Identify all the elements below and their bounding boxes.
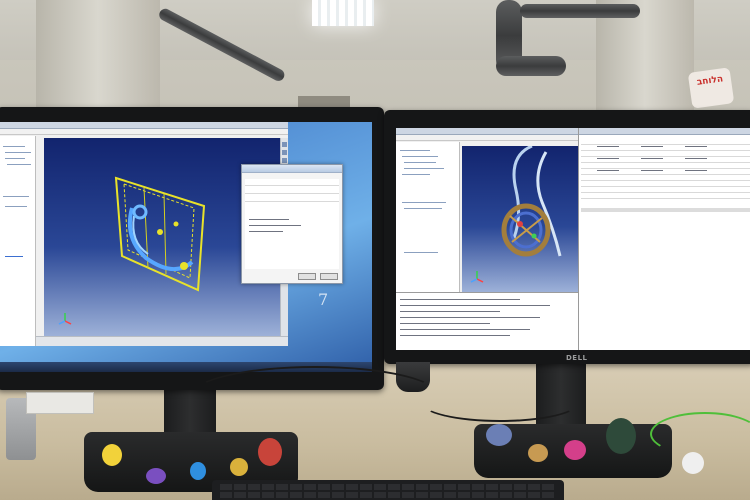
cad-titlebar — [0, 122, 288, 129]
cable — [420, 382, 580, 422]
figurine — [682, 452, 704, 474]
figurine — [564, 440, 586, 460]
left-monitor-screen: 7 — [0, 122, 372, 372]
tool-icon[interactable] — [282, 150, 287, 155]
right-monitor-screen — [396, 128, 750, 350]
cad-titlebar-right — [396, 128, 578, 135]
green-cable — [650, 412, 750, 456]
monitor-brand-logo: DELL — [566, 354, 588, 362]
keyboard[interactable] — [212, 480, 564, 500]
top-pipe — [520, 4, 640, 18]
ceiling-light — [312, 0, 374, 26]
table-scrollbar[interactable] — [581, 208, 750, 212]
properties-dialog[interactable] — [241, 164, 343, 284]
label-strip — [26, 392, 94, 414]
figurine — [528, 444, 548, 462]
specification-tree — [0, 136, 36, 346]
figurine — [486, 424, 512, 446]
dialog-table — [245, 179, 339, 269]
dialog-ok-button[interactable] — [298, 273, 316, 280]
left-pillar — [36, 0, 160, 115]
tool-icon[interactable] — [282, 142, 287, 147]
cad-bottom-toolbar — [36, 336, 288, 346]
cad-menubar-right — [396, 135, 578, 141]
figurine — [258, 438, 282, 466]
results-table — [581, 138, 750, 206]
sign-text: הלוחב — [696, 74, 724, 88]
photo-scene: הלוחב 7 DELL — [0, 0, 750, 500]
cable — [190, 366, 440, 426]
axis-triad-icon — [470, 271, 484, 283]
data-table-window — [578, 128, 750, 350]
figurine — [230, 458, 248, 476]
table-titlebar — [579, 128, 750, 135]
tool-icon[interactable] — [282, 158, 287, 163]
dialog-cancel-button[interactable] — [320, 273, 338, 280]
right-monitor: DELL — [384, 110, 750, 364]
output-console — [396, 292, 578, 350]
figurine — [190, 462, 206, 480]
specification-tree-right — [396, 142, 460, 292]
left-monitor: 7 — [0, 107, 384, 390]
3d-viewport-right[interactable] — [462, 146, 578, 292]
axis-triad-icon — [58, 313, 72, 325]
figurine — [146, 468, 166, 484]
cad-menubar — [0, 129, 288, 135]
figurine — [102, 444, 122, 466]
dialog-titlebar — [242, 165, 342, 173]
duct-elbow — [496, 56, 566, 76]
wall-sign: הלוחב — [687, 67, 735, 109]
cad-window-right — [396, 128, 578, 350]
figurine — [606, 418, 636, 454]
desktop-watermark: 7 — [318, 290, 329, 309]
